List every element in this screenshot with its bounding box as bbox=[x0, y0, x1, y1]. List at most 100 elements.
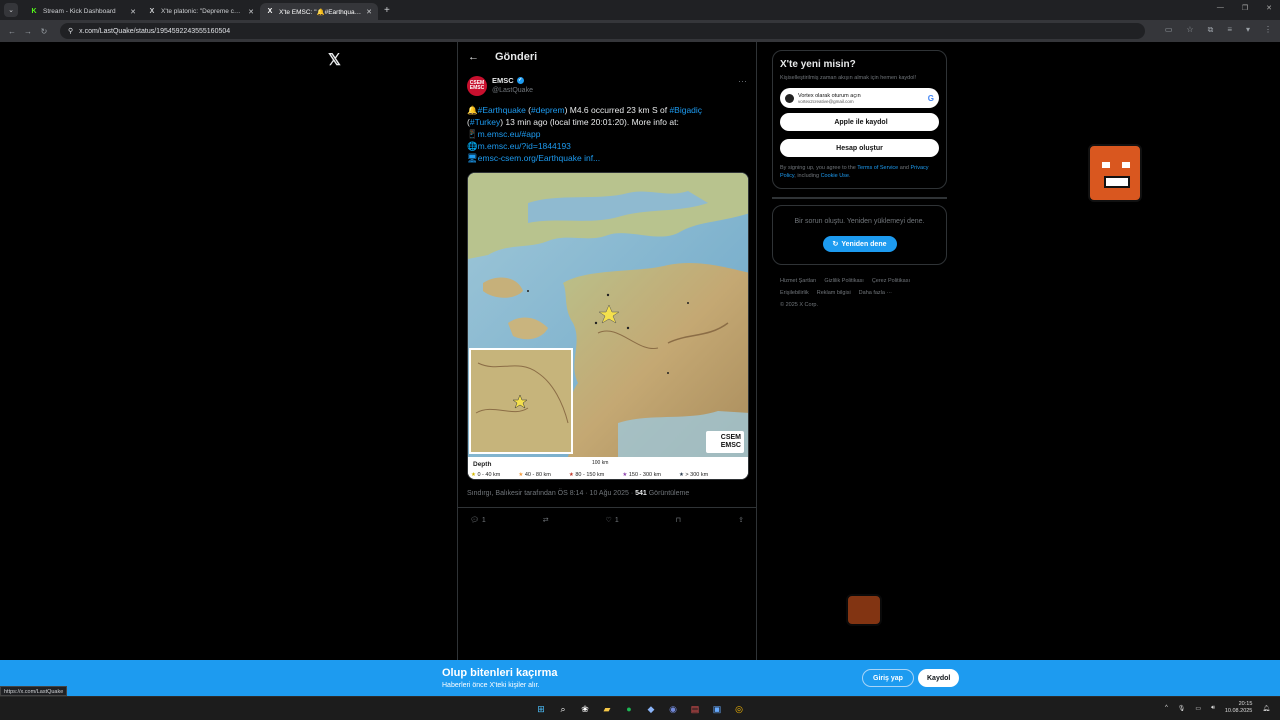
author-name-row[interactable]: EMSC ✓ bbox=[492, 76, 533, 85]
post-header: ← Gönderi bbox=[458, 42, 756, 72]
right-sidebar: X'te yeni misin? Kişiselleştirilmiş zama… bbox=[772, 50, 947, 311]
new-tab-button[interactable]: + bbox=[384, 5, 390, 16]
maximize-icon[interactable]: ❐ bbox=[1242, 4, 1248, 12]
terms-of-service-link[interactable]: Terms of Service bbox=[857, 165, 898, 171]
reply-button[interactable]: 💬︎ 1 bbox=[470, 516, 486, 525]
bookmark-button[interactable]: ⊓ bbox=[676, 516, 681, 524]
login-button[interactable]: Giriş yap bbox=[862, 669, 914, 687]
hashtag-bigadic[interactable]: #Bigadiç bbox=[669, 105, 702, 115]
author-name: EMSC bbox=[492, 76, 514, 85]
tab-emsc[interactable]: X X'te EMSC: "🔔#Earthquake (#... ✕ bbox=[260, 3, 378, 20]
notification-icon[interactable]: 🔔︎ bbox=[1262, 705, 1270, 712]
x-logo-icon[interactable]: 𝕏 bbox=[328, 50, 341, 70]
footer-link[interactable]: Erişilebilirlik bbox=[780, 287, 809, 299]
reload-icon[interactable]: ↻ bbox=[36, 27, 52, 36]
url-field[interactable]: ⚲ x.com/LastQuake/status/195459224355516… bbox=[60, 23, 1145, 39]
repost-icon: ⇄ bbox=[542, 517, 549, 524]
back-icon[interactable]: ← bbox=[4, 27, 20, 36]
terms-segment: . bbox=[849, 172, 851, 179]
app-icon[interactable]: ◆ bbox=[644, 702, 658, 716]
footer-link[interactable]: Reklam bilgisi bbox=[817, 287, 851, 299]
tab-search-button[interactable]: ⌄ bbox=[4, 3, 18, 17]
terms-segment: By signing up, you agree to the bbox=[780, 165, 858, 171]
signup-button[interactable]: Kaydol bbox=[918, 669, 960, 687]
cookie-use-link[interactable]: Cookie Use bbox=[821, 173, 849, 179]
event-link[interactable]: 🌐m.emsc.eu/?id=1844193 bbox=[467, 141, 571, 151]
csem-emsc-logo: CSEM EMSC bbox=[706, 431, 744, 453]
system-tray: ^ 🎙︎ ▭ 🔊︎ 20:15 10.08.2025 🔔︎ bbox=[1165, 701, 1270, 715]
x-icon: X bbox=[149, 7, 155, 15]
avatar[interactable]: CSEM EMSC bbox=[467, 76, 487, 96]
csem-badge-text: CSEM EMSC bbox=[720, 434, 741, 449]
scale-bar-label: 100 km bbox=[592, 460, 609, 466]
bookmark-icon: ⊓ bbox=[675, 517, 682, 524]
post-author: CSEM EMSC EMSC ✓ @LastQuake ··· bbox=[458, 72, 756, 100]
tab-title: X'te EMSC: "🔔#Earthquake (#... bbox=[279, 8, 362, 16]
post-meta: Sındırgı, Balıkesir tarafından ÖS 8:14 ·… bbox=[458, 480, 756, 507]
earthquake-map-image[interactable]: CSEM EMSC Depth 100 km ★ 0 - 40 km ★ 40 … bbox=[467, 172, 749, 480]
share-button[interactable]: ⇪ bbox=[738, 516, 744, 524]
tab-kick-dashboard[interactable]: K Stream - Kick Dashboard ✕ bbox=[24, 3, 142, 20]
x-icon: X bbox=[267, 7, 273, 15]
close-window-icon[interactable]: ✕ bbox=[1266, 4, 1272, 12]
extensions-icon[interactable]: ⧉ bbox=[1208, 25, 1214, 35]
reply-count: 1 bbox=[481, 516, 486, 524]
tab-title: X'te platonic: "Depreme canlı y... bbox=[161, 8, 244, 15]
microphone-icon[interactable]: 🎙︎ bbox=[1178, 705, 1186, 712]
tab-platonic[interactable]: X X'te platonic: "Depreme canlı y... ✕ bbox=[142, 3, 260, 20]
status-url-tooltip: https://x.com/LastQuake bbox=[0, 686, 68, 696]
cast-icon[interactable]: ▭ bbox=[1165, 25, 1173, 35]
retry-button[interactable]: ↻ Yeniden dene bbox=[822, 236, 897, 252]
search-icon[interactable]: ⌕ bbox=[556, 702, 570, 716]
like-button[interactable]: ♡ 1 bbox=[606, 516, 619, 525]
hashtag-earthquake[interactable]: #Earthquake bbox=[478, 105, 526, 115]
volume-icon[interactable]: 🔊︎ bbox=[1211, 705, 1215, 712]
close-icon[interactable]: ✕ bbox=[130, 8, 136, 16]
widgets-icon[interactable]: ❀ bbox=[578, 702, 592, 716]
footer-link[interactable]: Çerez Politikası bbox=[872, 275, 910, 287]
spotify-icon[interactable]: ● bbox=[622, 702, 636, 716]
website-link[interactable]: 🖥emsc-csem.org/Earthquake inf... bbox=[467, 153, 600, 163]
file-explorer-icon[interactable]: ▰ bbox=[600, 702, 614, 716]
hashtag-turkey[interactable]: #Turkey bbox=[470, 117, 500, 127]
site-info-icon[interactable]: ⚲ bbox=[68, 27, 73, 35]
bookmark-star-icon[interactable]: ☆ bbox=[1186, 25, 1193, 35]
clock[interactable]: 20:15 10.08.2025 bbox=[1225, 701, 1253, 715]
banner-title: Olup bitenleri kaçırma bbox=[442, 667, 558, 679]
overlay-sticker-angry bbox=[1088, 144, 1142, 202]
close-icon[interactable]: ✕ bbox=[248, 8, 254, 16]
author-handle[interactable]: @LastQuake bbox=[492, 87, 533, 94]
footer-link[interactable]: Hizmet Şartları bbox=[780, 275, 816, 287]
discord-icon[interactable]: ◉ bbox=[666, 702, 680, 716]
footer-link[interactable]: Gizlilik Politikası bbox=[824, 275, 863, 287]
terms-segment: , including bbox=[794, 172, 821, 179]
media-icon[interactable]: ≡ bbox=[1227, 25, 1232, 35]
legend-items: ★ 0 - 40 km ★ 40 - 80 km ★ 80 - 150 km ★… bbox=[471, 472, 708, 478]
profile-icon[interactable]: ▾ bbox=[1246, 25, 1250, 35]
tweet-text: 🔔#Earthquake (#deprem) M4.6 occurred 23 … bbox=[458, 100, 756, 168]
hashtag-deprem[interactable]: #deprem bbox=[531, 105, 565, 115]
windows-start-icon[interactable]: ⊞ bbox=[534, 702, 548, 716]
apple-signup-button[interactable]: Apple ile kaydol bbox=[780, 113, 939, 131]
google-signin-button[interactable]: Vortex olarak oturum açın vortex2creativ… bbox=[780, 88, 939, 108]
menu-icon[interactable]: ⋮ bbox=[1264, 25, 1272, 35]
page-title: Gönderi bbox=[495, 51, 538, 63]
repost-button[interactable]: ⇄ bbox=[543, 516, 549, 524]
app-icon[interactable]: ▣ bbox=[710, 702, 724, 716]
back-arrow-icon[interactable]: ← bbox=[468, 51, 479, 63]
forward-icon[interactable]: → bbox=[20, 27, 36, 36]
app-link[interactable]: 📱m.emsc.eu/#app bbox=[467, 129, 540, 139]
footer-links: Hizmet Şartları Gizlilik Politikası Çere… bbox=[772, 275, 932, 311]
create-account-button[interactable]: Hesap oluştur bbox=[780, 139, 939, 157]
chevron-up-icon[interactable]: ^ bbox=[1165, 705, 1168, 711]
views-label: Görüntüleme bbox=[646, 490, 690, 497]
footer-link[interactable]: Daha fazla ··· bbox=[859, 287, 892, 299]
close-icon[interactable]: ✕ bbox=[366, 8, 372, 16]
more-options-icon[interactable]: ··· bbox=[738, 76, 747, 86]
chrome-icon[interactable]: ◎ bbox=[732, 702, 746, 716]
minimize-icon[interactable]: — bbox=[1217, 4, 1224, 12]
google-account-name: Vortex olarak oturum açın bbox=[798, 92, 861, 99]
network-icon[interactable]: ▭ bbox=[1195, 705, 1201, 712]
app-icon[interactable]: ▤ bbox=[688, 702, 702, 716]
like-count: 1 bbox=[614, 516, 619, 524]
